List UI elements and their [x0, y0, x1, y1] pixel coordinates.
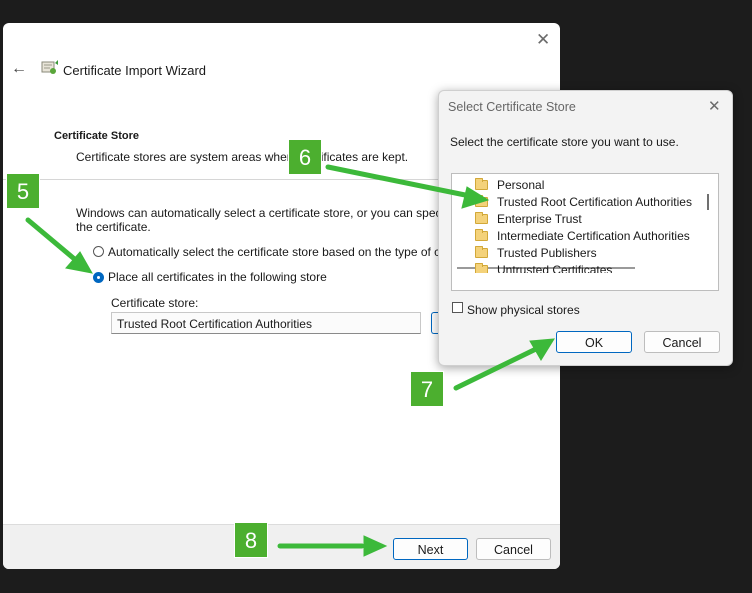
step-badge-8: 8	[234, 522, 268, 558]
arrow-step5	[25, 217, 81, 265]
step-badge-6: 6	[288, 139, 322, 175]
step-badge-5: 5	[6, 173, 40, 209]
step-badge-7: 7	[410, 371, 444, 407]
arrow-step6	[325, 164, 473, 199]
arrow-step6-head	[461, 186, 490, 209]
arrow-step7	[453, 345, 541, 391]
arrow-step8-head	[363, 535, 388, 557]
annotation-arrows	[25, 164, 555, 557]
